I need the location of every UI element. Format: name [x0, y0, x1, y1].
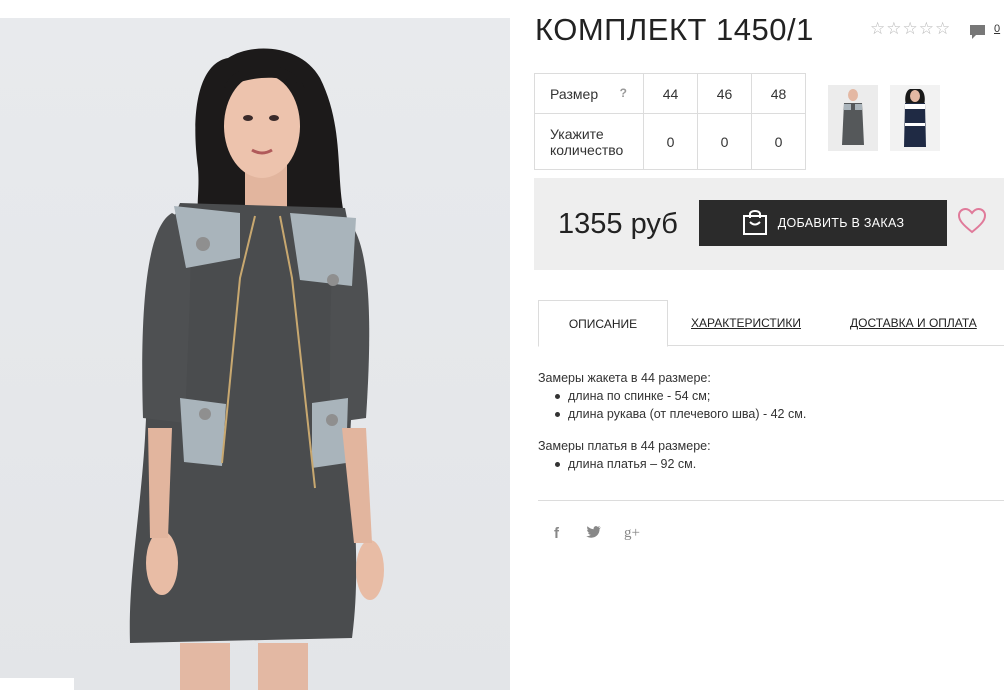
comment-icon[interactable] [969, 24, 986, 45]
comment-count[interactable]: 0 [994, 23, 1000, 35]
quantity-label-line1: Укажите [550, 125, 604, 142]
star-icon[interactable]: ☆ [903, 20, 918, 37]
tab-characteristics[interactable]: ХАРАКТЕРИСТИКИ [691, 300, 801, 346]
heart-icon[interactable] [957, 207, 987, 239]
divider [538, 500, 1004, 501]
quantity-label-line2: количество [550, 141, 624, 158]
description-content: Замеры жакета в 44 размере: длина по спи… [538, 369, 806, 481]
quantity-input[interactable]: 0 [751, 113, 806, 170]
rating-stars[interactable]: ☆ ☆ ☆ ☆ ☆ [870, 20, 950, 37]
facebook-icon[interactable]: f [554, 525, 559, 542]
size-option[interactable]: 44 [643, 73, 698, 114]
quantity-input[interactable]: 0 [697, 113, 752, 170]
add-to-order-label: ДОБАВИТЬ В ЗАКАЗ [777, 216, 905, 230]
dress-list: длина платья – 92 см. [552, 455, 806, 473]
size-label-text: Размер [550, 85, 599, 102]
shopping-bag-icon [742, 208, 768, 239]
size-option[interactable]: 48 [751, 73, 806, 114]
star-icon[interactable]: ☆ [870, 20, 885, 37]
star-icon[interactable]: ☆ [935, 20, 950, 37]
googleplus-icon[interactable]: g+ [624, 525, 640, 542]
price-panel: 1355 руб ДОБАВИТЬ В ЗАКАЗ [534, 178, 1004, 270]
star-icon[interactable]: ☆ [919, 20, 934, 37]
jacket-heading: Замеры жакета в 44 размере: [538, 371, 711, 385]
add-to-order-button[interactable]: ДОБАВИТЬ В ЗАКАЗ [699, 200, 947, 246]
price-value: 1355 руб [558, 208, 678, 240]
size-label: Размер ? [534, 73, 644, 114]
product-title: КОМПЛЕКТ 1450/1 [535, 12, 814, 47]
tab-description[interactable]: ОПИСАНИЕ [538, 300, 668, 347]
quantity-label: Укажите количество [534, 113, 644, 170]
quantity-input[interactable]: 0 [643, 113, 698, 170]
jacket-list: длина по спинке - 54 см; длина рукава (о… [552, 387, 806, 423]
photo-corner [0, 678, 74, 690]
tab-delivery-payment[interactable]: ДОСТАВКА И ОПЛАТА [850, 300, 977, 346]
size-option[interactable]: 46 [697, 73, 752, 114]
size-help-icon[interactable]: ? [620, 86, 627, 100]
list-item: длина платья – 92 см. [552, 455, 806, 473]
product-thumbnail-navy[interactable] [890, 85, 940, 151]
dress-heading: Замеры платья в 44 размере: [538, 439, 711, 453]
size-table: Размер ? 44 46 48 Укажите количество 0 0… [534, 73, 806, 170]
star-icon[interactable]: ☆ [886, 20, 901, 37]
twitter-icon[interactable] [586, 525, 602, 544]
product-tabs: ОПИСАНИЕ ХАРАКТЕРИСТИКИ ДОСТАВКА И ОПЛАТ… [538, 300, 1004, 347]
list-item: длина рукава (от плечевого шва) - 42 см. [552, 405, 806, 423]
list-item: длина по спинке - 54 см; [552, 387, 806, 405]
product-main-image[interactable] [0, 18, 510, 690]
product-thumbnail-grey[interactable] [828, 85, 878, 151]
